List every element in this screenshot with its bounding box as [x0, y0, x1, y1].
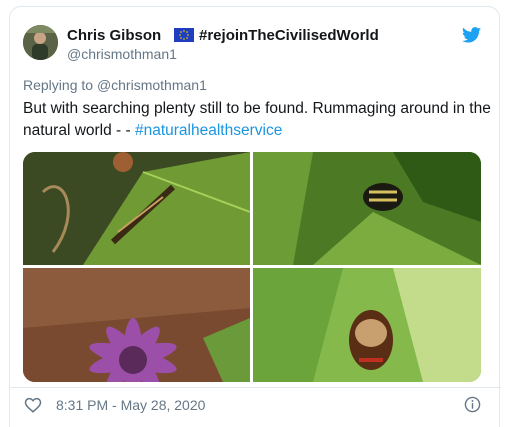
replying-prefix: Replying to [23, 77, 94, 93]
tweet-text: But with searching plenty still to be fo… [23, 98, 493, 142]
reply-mention-link[interactable]: @chrismothman1 [97, 77, 207, 93]
replying-to-line: Replying to @chrismothman1 [23, 77, 207, 93]
name-hashtag[interactable]: #rejoinTheCivilisedWorld [199, 27, 379, 44]
footer-divider [10, 387, 501, 388]
scorpionfly-on-leaf-photo[interactable] [23, 152, 250, 265]
eu-flag-icon [174, 28, 194, 42]
beetle-on-leaf-photo[interactable] [253, 152, 481, 265]
display-name[interactable]: Chris Gibson [67, 27, 161, 44]
purple-flower-photo[interactable] [23, 268, 250, 382]
shield-bug-on-leaf-photo[interactable] [253, 268, 481, 382]
avatar[interactable] [23, 25, 58, 60]
hashtag-link[interactable]: #naturalhealthservice [135, 122, 282, 139]
media-grid [23, 152, 481, 382]
twitter-bird-icon[interactable] [462, 27, 481, 43]
heart-icon[interactable] [24, 396, 42, 414]
tweet-card: Chris Gibson #rejoinTheCivilisedWorld @c… [9, 6, 501, 427]
timestamp[interactable]: 8:31 PM - May 28, 2020 [56, 397, 205, 413]
info-icon[interactable] [464, 396, 481, 413]
user-handle[interactable]: @chrismothman1 [67, 46, 177, 62]
